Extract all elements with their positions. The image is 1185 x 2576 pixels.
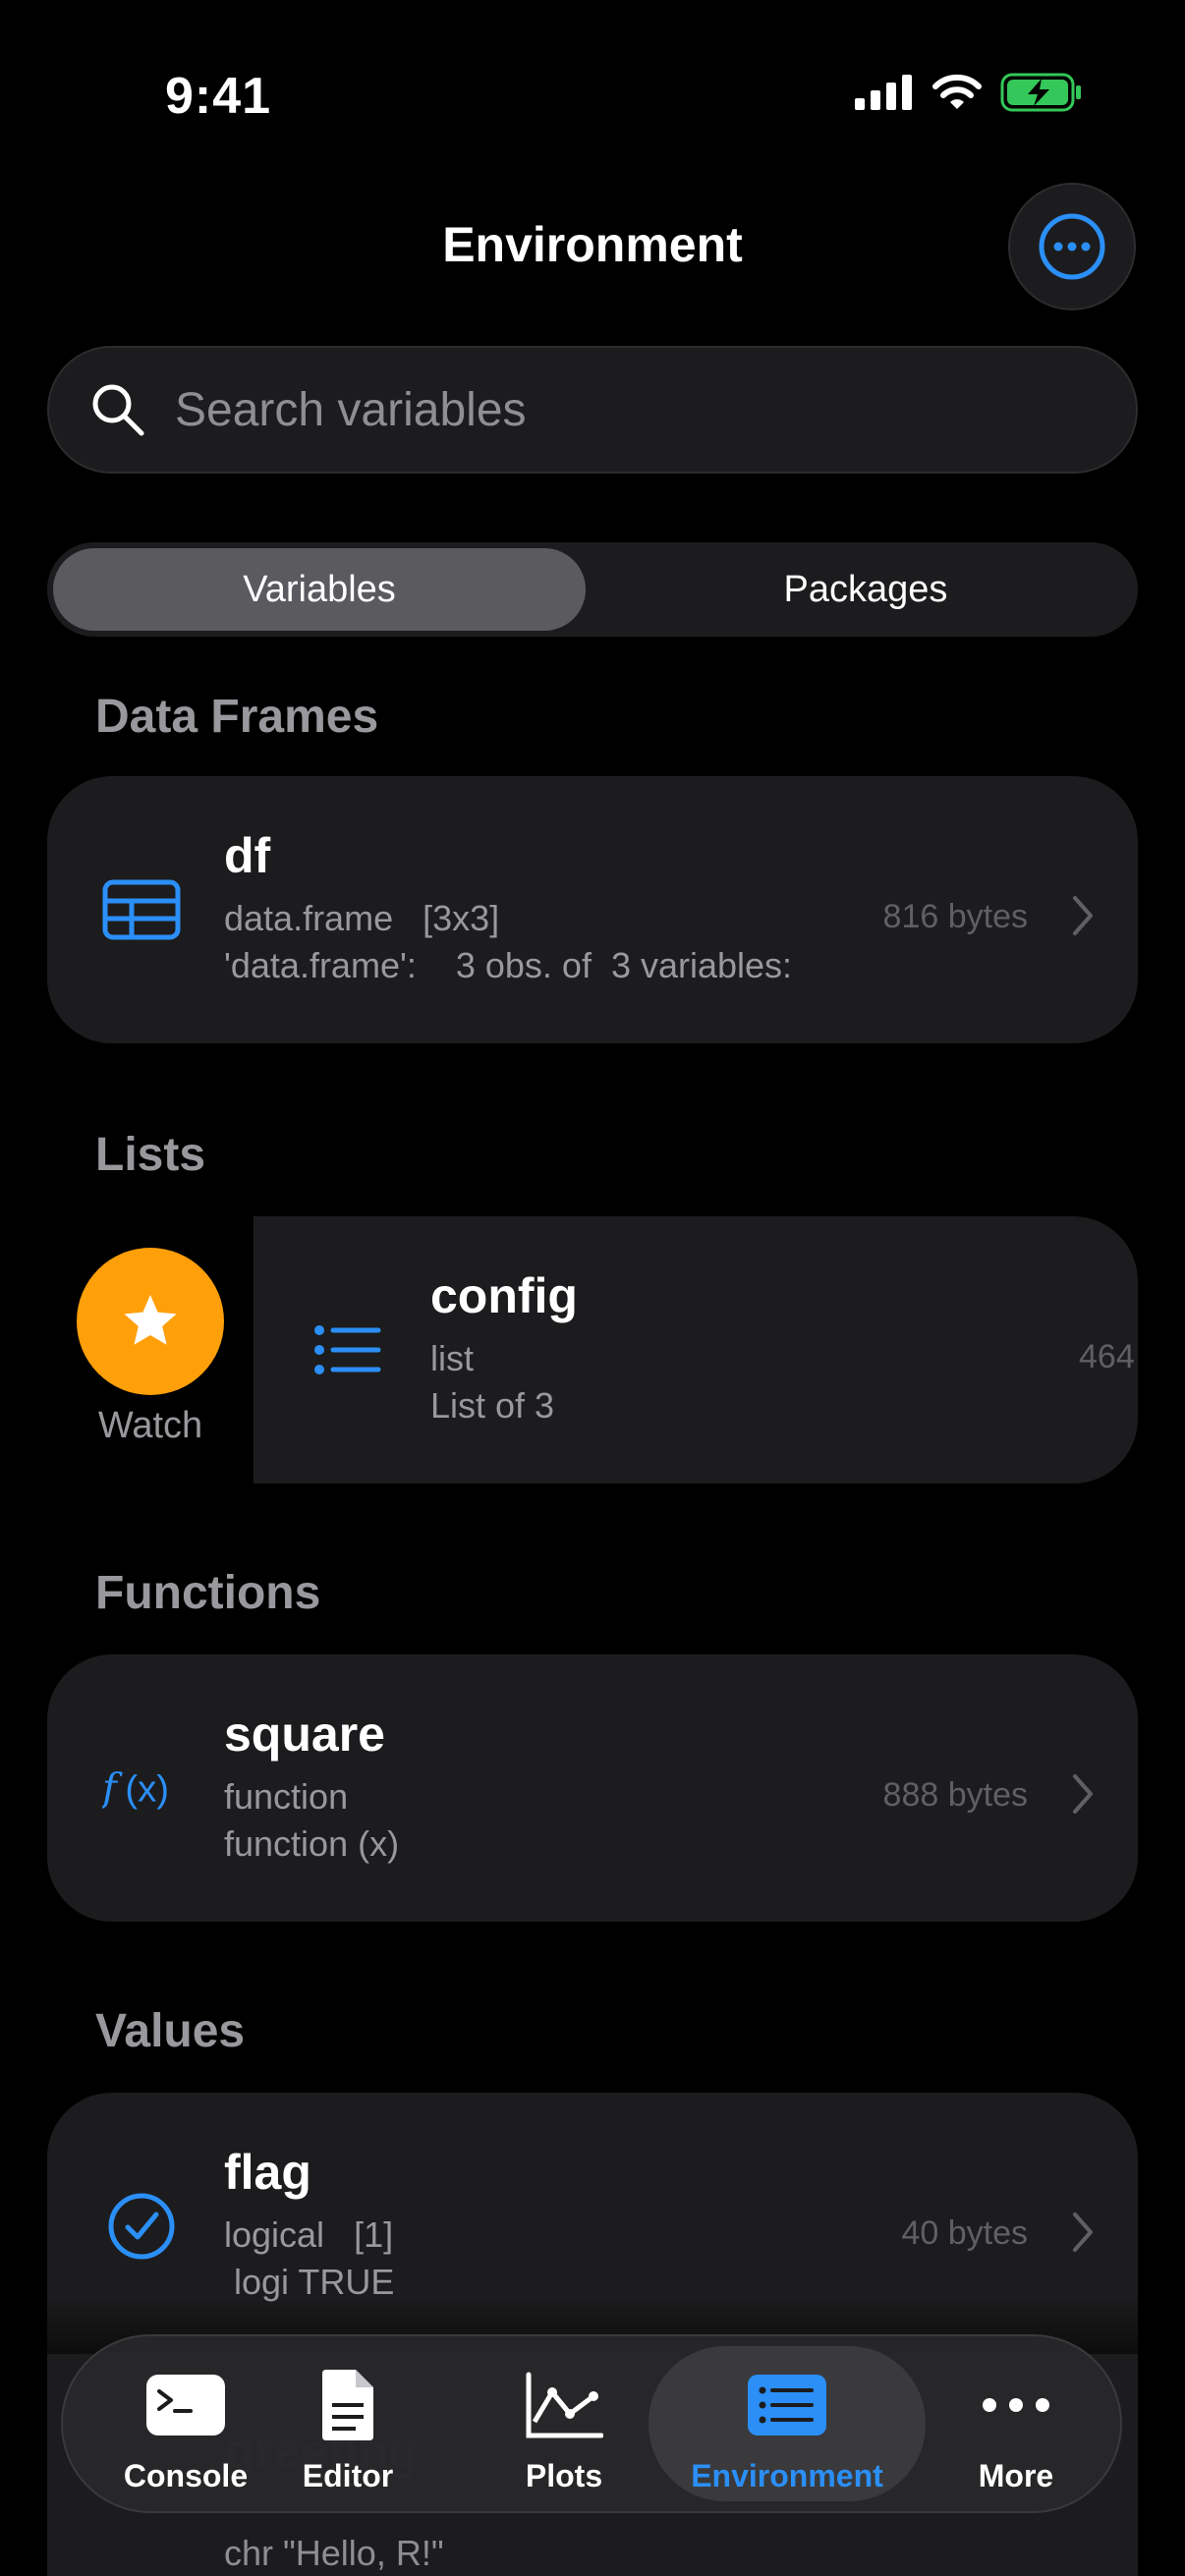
segmented-control: Variables Packages <box>47 542 1138 637</box>
search-input[interactable]: Search variables <box>47 346 1138 474</box>
variable-summary: function (x) <box>224 1823 400 1864</box>
svg-text:(x): (x) <box>125 1767 169 1810</box>
status-icons <box>855 73 1083 112</box>
variable-summary: 'data.frame': 3 obs. of 3 variables: <box>224 945 793 985</box>
variable-name: config <box>430 1268 578 1323</box>
variable-size: 40 bytes <box>901 2214 1028 2252</box>
tab-variables[interactable]: Variables <box>53 548 586 631</box>
tab-label: Environment <box>691 2458 883 2493</box>
tab-label: More <box>978 2458 1054 2493</box>
chart-icon <box>523 2370 605 2440</box>
search-icon <box>92 384 144 436</box>
variable-size: 816 bytes <box>882 898 1028 935</box>
battery-charging-icon <box>1000 73 1081 112</box>
tab-label: Editor <box>302 2458 394 2493</box>
tab-bar: Console Editor Plots Environment More <box>61 2334 1122 2513</box>
document-icon <box>307 2370 389 2440</box>
variable-type: function <box>224 1776 349 1817</box>
variable-summary-hidden: chr "Hello, R!" <box>224 2533 444 2573</box>
variable-row-config[interactable]: config list List of 3 464 <box>254 1216 1138 1484</box>
watch-label: Watch <box>97 1405 203 1446</box>
section-title-values: Values <box>95 2005 246 2057</box>
watch-button[interactable] <box>77 1248 224 1395</box>
ellipsis-icon <box>975 2370 1057 2440</box>
tab-label: Plots <box>525 2458 603 2493</box>
variable-name: flag <box>224 2145 311 2200</box>
tab-more[interactable]: More <box>947 2336 1085 2511</box>
function-icon: ƒ (x) <box>102 1749 181 1827</box>
section-title-lists: Lists <box>95 1129 206 1181</box>
chevron-right-icon <box>1073 2212 1093 2252</box>
variable-type: data.frame [3x3] <box>224 898 500 938</box>
variable-type: logical [1] <box>224 2214 394 2255</box>
tab-editor[interactable]: Editor <box>279 2336 417 2511</box>
variable-row-square[interactable]: ƒ (x) square function function (x) 888 b… <box>47 1654 1138 1922</box>
section-title-functions: Functions <box>95 1567 321 1619</box>
wifi-icon <box>932 74 982 109</box>
tab-plots[interactable]: Plots <box>495 2336 633 2511</box>
section-title-data-frames: Data Frames <box>95 691 379 743</box>
variable-name: df <box>224 828 271 883</box>
variable-size: 888 bytes <box>882 1776 1028 1814</box>
tab-label: Console <box>123 2458 249 2493</box>
more-options-button[interactable] <box>1008 183 1136 310</box>
checkmark-circle-icon <box>102 2187 181 2266</box>
table-icon <box>102 870 181 949</box>
tab-environment[interactable]: Environment <box>649 2346 926 2501</box>
svg-text:ƒ: ƒ <box>102 1765 123 1811</box>
tab-packages[interactable]: Packages <box>599 548 1132 631</box>
cellular-signal-icon <box>855 75 912 110</box>
star-icon <box>124 1295 177 1345</box>
status-time: 9:41 <box>165 68 272 125</box>
search-placeholder: Search variables <box>175 383 527 436</box>
ellipsis-circle-icon <box>1039 213 1105 280</box>
variable-summary: List of 3 <box>430 1385 555 1426</box>
variable-row-df[interactable]: df data.frame [3x3] 'data.frame': 3 obs.… <box>47 776 1138 1043</box>
variable-type: list <box>430 1338 474 1378</box>
tab-console[interactable]: Console <box>102 2336 269 2511</box>
list-icon <box>309 1311 387 1389</box>
variable-size: 464 <box>1079 1338 1135 1375</box>
terminal-icon <box>144 2370 227 2440</box>
chevron-right-icon <box>1073 896 1093 935</box>
chevron-right-icon <box>1073 1774 1093 1814</box>
list-icon <box>746 2370 828 2440</box>
variable-name: square <box>224 1707 385 1762</box>
